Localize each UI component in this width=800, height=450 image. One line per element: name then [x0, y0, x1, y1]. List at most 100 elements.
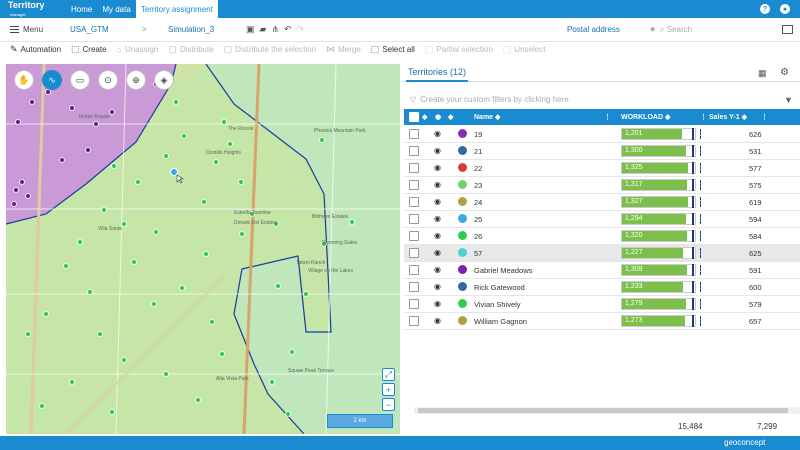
table-row[interactable]: ◉ Vivian Shively 1,279 579 — [404, 296, 800, 313]
save-icon[interactable]: ▣ — [246, 24, 255, 35]
row-checkbox[interactable] — [409, 214, 419, 224]
sales-value: 594 — [749, 215, 762, 224]
menu-button[interactable]: Menu — [10, 25, 58, 34]
eye-icon[interactable]: ◉ — [434, 214, 441, 223]
table-row[interactable]: ◉ 57 1,227 625 — [404, 245, 800, 262]
eye-icon[interactable]: ◉ — [434, 316, 441, 325]
row-checkbox[interactable] — [409, 231, 419, 241]
filter-bar[interactable]: ▽ Create your custom filters by clicking… — [410, 95, 569, 104]
column-menu-icon[interactable]: ⋮ — [761, 113, 768, 121]
row-checkbox[interactable] — [409, 129, 419, 139]
grid-view-icon[interactable]: ▦ — [758, 68, 767, 79]
fullscreen-icon[interactable]: ⤢ — [382, 368, 395, 381]
visibility-header-icon[interactable]: ◉ — [435, 113, 441, 121]
selected-point[interactable] — [170, 168, 178, 176]
select-all-button[interactable]: ⬚ Select all — [371, 44, 415, 55]
simulation-selector[interactable]: Simulation_3 — [168, 25, 246, 34]
row-checkbox[interactable] — [409, 265, 419, 275]
row-checkbox[interactable] — [409, 180, 419, 190]
table-row[interactable]: ◉ Rick Gatewood 1,233 600 — [404, 279, 800, 296]
map-canvas[interactable] — [6, 64, 400, 434]
eye-icon[interactable]: ◉ — [434, 248, 441, 257]
row-checkbox[interactable] — [409, 248, 419, 258]
column-workload[interactable]: WORKLOAD ◆ — [621, 113, 670, 121]
distribute-selection-button[interactable]: ▢ Distribute the selection — [224, 44, 316, 55]
folder-icon[interactable]: ▰ — [260, 24, 267, 35]
territory-name: 19 — [474, 130, 483, 139]
workload-bar: 1,201 — [621, 128, 701, 140]
zoom-out-icon[interactable]: − — [382, 398, 395, 411]
distribute-button[interactable]: ▢ Distribute — [168, 44, 213, 55]
undo-icon[interactable]: ↶ — [284, 24, 292, 35]
workload-target-marker — [692, 196, 694, 208]
row-checkbox[interactable] — [409, 163, 419, 173]
table-row[interactable]: ◉ 25 1,294 594 — [404, 211, 800, 228]
unassign-button[interactable]: ○ Unassign — [117, 45, 159, 55]
row-checkbox[interactable] — [409, 316, 419, 326]
unselect-button[interactable]: ⬚ Unselect — [503, 44, 546, 55]
sort-icon[interactable]: ◆ — [448, 113, 453, 121]
help-icon[interactable]: ? — [760, 4, 770, 14]
filter-icon[interactable]: ▼ — [784, 95, 793, 105]
chevron-down-icon[interactable]: ◆ — [650, 25, 655, 33]
territory-color-swatch — [458, 214, 467, 223]
eye-icon[interactable]: ◉ — [434, 197, 441, 206]
zoom-search-icon[interactable]: ⊕ — [126, 70, 146, 90]
address-search-type[interactable]: Postal address — [567, 25, 620, 34]
scrollbar-thumb[interactable] — [418, 408, 788, 413]
column-menu-icon[interactable]: ⋮ — [700, 113, 707, 121]
table-row[interactable]: ◉ 19 1,201 626 — [404, 126, 800, 143]
pan-hand-icon[interactable]: ✋ — [14, 70, 34, 90]
eye-icon[interactable]: ◉ — [434, 231, 441, 240]
zoom-in-icon[interactable]: + — [382, 383, 395, 396]
table-row[interactable]: ◉ 24 1,327 619 — [404, 194, 800, 211]
window-icon[interactable] — [782, 25, 793, 34]
gear-icon[interactable]: ⚙ — [780, 67, 789, 78]
table-row[interactable]: ◉ 22 1,325 577 — [404, 160, 800, 177]
merge-button[interactable]: ⋈ Merge — [326, 44, 361, 55]
table-row[interactable]: ◉ William Gagnon 1,273 657 — [404, 313, 800, 330]
eye-icon[interactable]: ◉ — [434, 129, 441, 138]
row-checkbox[interactable] — [409, 197, 419, 207]
table-row[interactable]: ◉ Gabriel Meadows 1,309 591 — [404, 262, 800, 279]
pin-icon[interactable]: ⊙ — [98, 70, 118, 90]
workspace-selector[interactable]: USA_GTM — [70, 25, 142, 34]
sort-icon[interactable]: ◆ — [422, 113, 427, 121]
redo-icon[interactable]: ↷ — [297, 24, 305, 35]
partial-selection-button[interactable]: ⬚ Partial selection — [425, 44, 493, 55]
table-row[interactable]: ◉ 21 1,300 531 — [404, 143, 800, 160]
user-icon[interactable]: ● — [780, 4, 790, 14]
eye-icon[interactable]: ◉ — [434, 282, 441, 291]
route-icon[interactable]: ∿ — [42, 70, 62, 90]
create-button[interactable]: ⬚ Create — [71, 44, 107, 55]
share-icon[interactable]: ⋔ — [271, 24, 279, 35]
nav-my-data[interactable]: My data — [97, 0, 135, 18]
column-sales[interactable]: Sales Y-1 ◆ — [709, 113, 747, 121]
app-logo[interactable]: Territory manager — [0, 0, 62, 18]
eye-icon[interactable]: ◉ — [434, 163, 441, 172]
nav-territory-assignment[interactable]: Territory assignment — [135, 0, 218, 18]
eye-icon[interactable]: ◉ — [434, 299, 441, 308]
column-name[interactable]: Name ◆ — [474, 113, 500, 121]
row-checkbox[interactable] — [409, 282, 419, 292]
nav-home[interactable]: Home — [66, 0, 97, 18]
eye-icon[interactable]: ◉ — [434, 265, 441, 274]
automation-button[interactable]: ✎ Automation — [10, 44, 61, 55]
layers-icon[interactable]: ◈ — [154, 70, 174, 90]
workload-bar: 1,233 — [621, 281, 701, 293]
row-checkbox[interactable] — [409, 146, 419, 156]
table-row[interactable]: ◉ 23 1,317 575 — [404, 177, 800, 194]
row-checkbox[interactable] — [409, 299, 419, 309]
tab-territories[interactable]: Territories (12) — [408, 67, 466, 77]
territory-map[interactable]: Tempe Royale The Roosie Ocotillo Heights… — [6, 64, 400, 434]
select-all-checkbox[interactable] — [409, 112, 419, 122]
workspace-bar: Menu USA_GTM > Simulation_3 ▣ ▰ ⋔ ↶ ↷ Po… — [0, 18, 800, 42]
search-input[interactable]: ⌕ Search — [660, 25, 692, 35]
horizontal-scrollbar[interactable] — [414, 407, 800, 414]
unassign-label: Unassign — [124, 45, 159, 54]
table-row[interactable]: ◉ 26 1,320 584 — [404, 228, 800, 245]
eye-icon[interactable]: ◉ — [434, 146, 441, 155]
comment-icon[interactable]: ▭ — [70, 70, 90, 90]
column-menu-icon[interactable]: ⋮ — [604, 113, 611, 121]
eye-icon[interactable]: ◉ — [434, 180, 441, 189]
